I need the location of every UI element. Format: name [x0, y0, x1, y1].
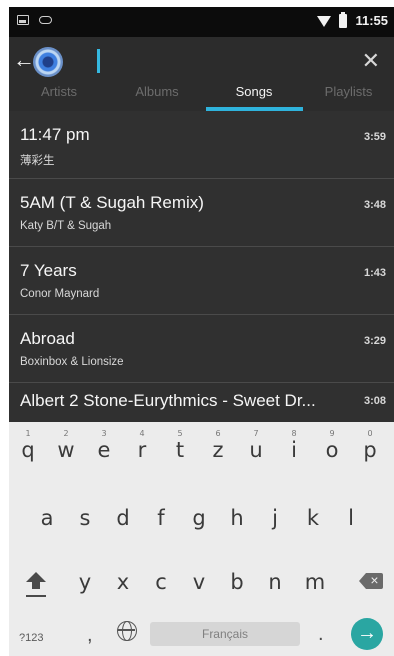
- song-title: Albert 2 Stone-Eurythmics - Sweet Dr...: [20, 391, 316, 410]
- backspace-icon[interactable]: [359, 573, 383, 589]
- status-bar: 11:55: [9, 7, 394, 37]
- chat-icon: [39, 16, 52, 24]
- song-artist: Boxinbox & Lionsize: [20, 356, 124, 368]
- key-b[interactable]: b: [220, 558, 254, 602]
- song-duration: 3:59: [363, 131, 386, 143]
- song-row[interactable]: 5AM (T & Sugah Remix) Katy B/T & Sugah 3…: [9, 179, 394, 247]
- key-d[interactable]: d: [106, 494, 140, 538]
- key-g[interactable]: g: [182, 494, 216, 538]
- song-list: 11:47 pm 薄彩生 3:59 5AM (T & Sugah Remix) …: [9, 111, 394, 411]
- status-clock: 11:55: [355, 13, 388, 28]
- key-z[interactable]: 6z: [201, 426, 235, 470]
- arrow-right-icon: →: [357, 622, 377, 644]
- key-n[interactable]: n: [258, 558, 292, 602]
- comma-key[interactable]: ,: [87, 624, 93, 647]
- song-row[interactable]: Albert 2 Stone-Eurythmics - Sweet Dr... …: [9, 383, 394, 411]
- song-artist: Katy B/T & Sugah: [20, 220, 112, 232]
- numbers-key[interactable]: ?123: [19, 632, 43, 644]
- key-u[interactable]: 7u: [239, 426, 273, 470]
- image-icon: [17, 15, 29, 25]
- key-j[interactable]: j: [258, 494, 292, 538]
- tab-artists[interactable]: Artists: [9, 85, 109, 111]
- key-v[interactable]: v: [182, 558, 216, 602]
- space-bar[interactable]: Français: [150, 622, 300, 646]
- soft-keyboard: 1q 2w 3e 4r 5t 6z 7u 8i 9o 0p a s d f g …: [9, 422, 394, 656]
- key-a[interactable]: a: [30, 494, 64, 538]
- key-i[interactable]: 8i: [277, 426, 311, 470]
- key-r[interactable]: 4r: [125, 426, 159, 470]
- phone-screen: 11:55 ← ✕ Artists Albums Songs Playlists…: [9, 7, 394, 656]
- tab-albums[interactable]: Albums: [109, 85, 205, 111]
- song-row[interactable]: 11:47 pm 薄彩生 3:59: [9, 111, 394, 179]
- app-logo: [33, 47, 63, 77]
- song-duration: 3:48: [363, 199, 386, 211]
- key-x[interactable]: x: [106, 558, 140, 602]
- song-duration: 3:29: [363, 335, 386, 347]
- key-l[interactable]: l: [334, 494, 368, 538]
- close-icon[interactable]: ✕: [362, 48, 380, 74]
- arrow-left-icon[interactable]: ←: [13, 49, 35, 71]
- song-title: Abroad: [20, 329, 75, 348]
- song-row[interactable]: Abroad Boxinbox & Lionsize 3:29: [9, 315, 394, 383]
- key-p[interactable]: 0p: [353, 426, 387, 470]
- enter-button[interactable]: →: [351, 618, 383, 650]
- key-k[interactable]: k: [296, 494, 330, 538]
- key-h[interactable]: h: [220, 494, 254, 538]
- battery-icon: [339, 11, 348, 28]
- song-duration: 1:43: [363, 267, 386, 279]
- song-title: 5AM (T & Sugah Remix): [20, 193, 204, 212]
- key-c[interactable]: c: [144, 558, 178, 602]
- key-f[interactable]: f: [144, 494, 178, 538]
- wifi-icon: [317, 16, 332, 27]
- song-row[interactable]: 7 Years Conor Maynard 1:43: [9, 247, 394, 315]
- song-artist: Conor Maynard: [20, 288, 100, 300]
- key-o[interactable]: 9o: [315, 426, 349, 470]
- text-cursor: [97, 49, 100, 73]
- song-duration: 3:08: [363, 395, 386, 407]
- tab-playlists[interactable]: Playlists: [303, 85, 394, 111]
- search-toolbar: ← ✕: [9, 37, 394, 87]
- shift-icon[interactable]: [23, 570, 49, 596]
- key-s[interactable]: s: [68, 494, 102, 538]
- globe-icon[interactable]: [117, 621, 137, 641]
- key-q[interactable]: 1q: [11, 426, 45, 470]
- song-artist: 薄彩生: [20, 155, 55, 167]
- search-input[interactable]: [105, 47, 345, 75]
- key-e[interactable]: 3e: [87, 426, 121, 470]
- shift-underline: [26, 595, 46, 597]
- library-tabs: Artists Albums Songs Playlists: [9, 85, 394, 111]
- key-t[interactable]: 5t: [163, 426, 197, 470]
- song-title: 11:47 pm: [20, 125, 90, 144]
- period-key[interactable]: .: [318, 623, 324, 646]
- key-y[interactable]: y: [68, 558, 102, 602]
- song-title: 7 Years: [20, 261, 77, 280]
- key-m[interactable]: m: [298, 558, 332, 602]
- key-w[interactable]: 2w: [49, 426, 83, 470]
